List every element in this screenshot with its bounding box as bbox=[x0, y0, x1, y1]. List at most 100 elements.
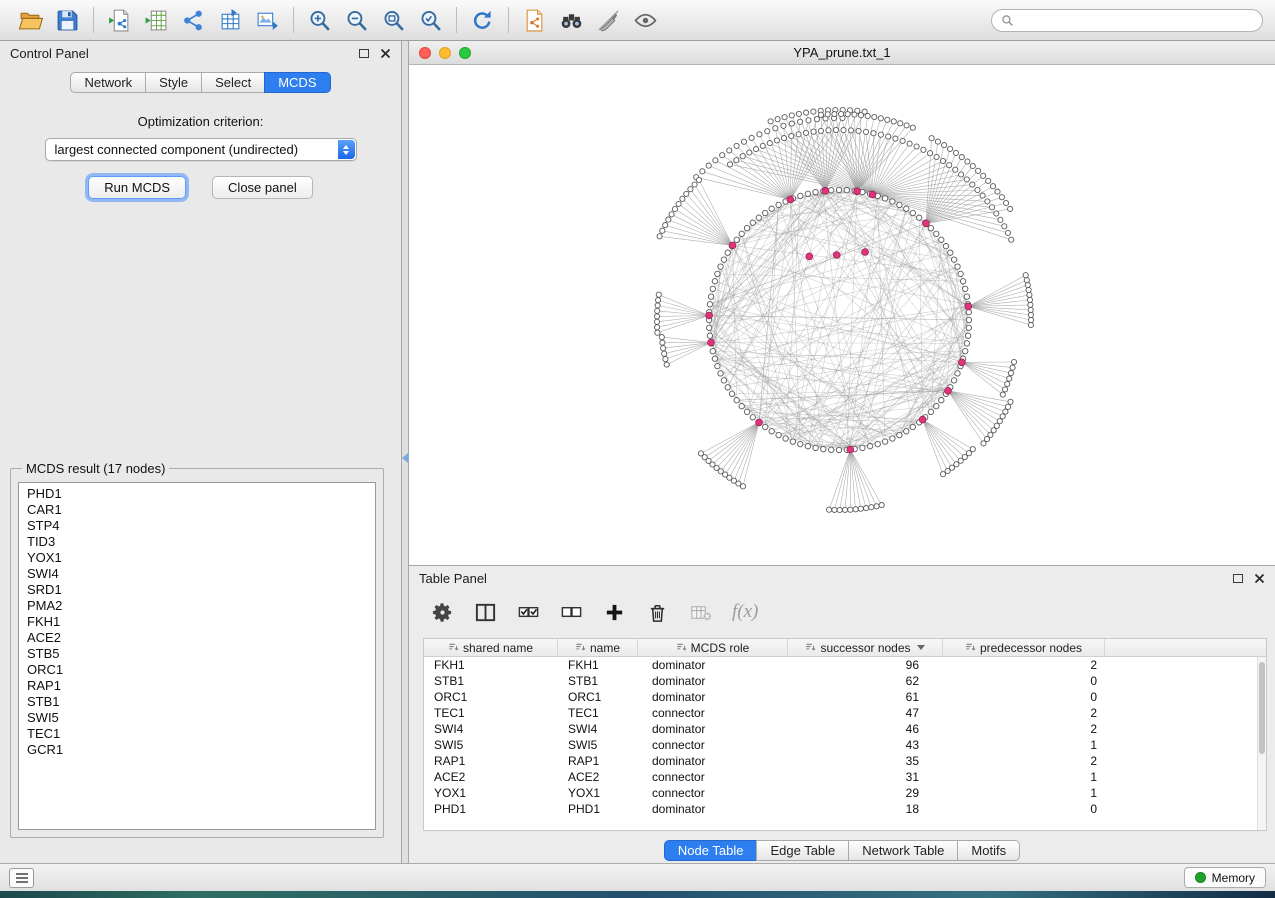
graph-node[interactable] bbox=[669, 212, 674, 217]
graph-node[interactable] bbox=[844, 188, 849, 193]
graph-node[interactable] bbox=[789, 121, 794, 126]
graph-node[interactable] bbox=[898, 121, 903, 126]
graph-node[interactable] bbox=[715, 271, 720, 276]
minimize-window-icon[interactable] bbox=[439, 47, 451, 59]
graph-node[interactable] bbox=[744, 409, 749, 414]
select-all-button[interactable] bbox=[517, 601, 540, 624]
graph-edge[interactable] bbox=[873, 170, 956, 195]
graph-edge[interactable] bbox=[715, 306, 968, 358]
graph-node[interactable] bbox=[948, 250, 953, 255]
graph-node[interactable] bbox=[934, 154, 939, 159]
table-row[interactable]: YOX1YOX1connector291 bbox=[424, 785, 1257, 801]
graph-node[interactable] bbox=[966, 317, 971, 322]
table-row[interactable]: PHD1PHD1dominator180 bbox=[424, 801, 1257, 817]
graph-node[interactable] bbox=[858, 113, 863, 118]
column-header-MCDS-role[interactable]: MCDS role bbox=[638, 639, 788, 656]
graph-edge[interactable] bbox=[713, 351, 962, 362]
graph-node[interactable] bbox=[964, 294, 969, 299]
graph-node[interactable] bbox=[769, 429, 774, 434]
column-header-predecessor-nodes[interactable]: predecessor nodes bbox=[943, 639, 1105, 656]
graph-node[interactable] bbox=[893, 136, 898, 141]
graph-node[interactable] bbox=[875, 441, 880, 446]
show-graphics-button[interactable] bbox=[627, 4, 664, 36]
dominator-node[interactable] bbox=[708, 339, 715, 346]
graph-node[interactable] bbox=[872, 114, 877, 119]
mcds-result-item[interactable]: STP4 bbox=[27, 518, 375, 534]
graph-node[interactable] bbox=[1005, 404, 1010, 409]
graph-node[interactable] bbox=[708, 294, 713, 299]
graph-node[interactable] bbox=[813, 189, 818, 194]
graph-node[interactable] bbox=[790, 439, 795, 444]
column-header-successor-nodes[interactable]: successor nodes bbox=[788, 639, 943, 656]
graph-edge[interactable] bbox=[662, 337, 711, 343]
graph-node[interactable] bbox=[664, 362, 669, 367]
graph-edge[interactable] bbox=[968, 306, 1031, 315]
graph-node[interactable] bbox=[706, 163, 711, 168]
table-row[interactable]: SWI4SWI4dominator462 bbox=[424, 721, 1257, 737]
graph-edge[interactable] bbox=[840, 450, 851, 511]
graph-node[interactable] bbox=[655, 330, 660, 335]
graph-node[interactable] bbox=[942, 143, 947, 148]
mcds-result-item[interactable]: STB5 bbox=[27, 646, 375, 662]
graph-edge[interactable] bbox=[968, 290, 1028, 306]
graph-node[interactable] bbox=[959, 172, 964, 177]
float-panel-icon[interactable] bbox=[1233, 574, 1243, 583]
graph-edge[interactable] bbox=[873, 194, 961, 366]
dominator-node[interactable] bbox=[847, 446, 854, 453]
graph-node[interactable] bbox=[874, 504, 879, 509]
graph-edge[interactable] bbox=[664, 343, 711, 354]
mcds-result-list[interactable]: PHD1CAR1STP4TID3YOX1SWI4SRD1PMA2FKH1ACE2… bbox=[18, 482, 376, 830]
delete-row-button[interactable] bbox=[646, 601, 669, 624]
graph-node[interactable] bbox=[1007, 376, 1012, 381]
graph-node[interactable] bbox=[1024, 278, 1029, 283]
graph-node[interactable] bbox=[727, 162, 732, 167]
graph-edge[interactable] bbox=[962, 362, 1007, 384]
graph-node[interactable] bbox=[934, 404, 939, 409]
mcds-result-item[interactable]: FKH1 bbox=[27, 614, 375, 630]
graph-node[interactable] bbox=[829, 188, 834, 193]
close-panel-icon[interactable] bbox=[380, 48, 391, 59]
graph-node[interactable] bbox=[900, 138, 905, 143]
graph-node[interactable] bbox=[806, 118, 811, 123]
graph-node[interactable] bbox=[959, 155, 964, 160]
table-row[interactable]: ORC1ORC1dominator610 bbox=[424, 689, 1257, 705]
graph-node[interactable] bbox=[821, 446, 826, 451]
graph-node[interactable] bbox=[718, 264, 723, 269]
graph-node[interactable] bbox=[958, 271, 963, 276]
graph-node[interactable] bbox=[904, 429, 909, 434]
dominator-node[interactable] bbox=[945, 387, 952, 394]
dominator-node[interactable] bbox=[923, 220, 930, 227]
graph-node[interactable] bbox=[763, 424, 768, 429]
graph-node[interactable] bbox=[781, 136, 786, 141]
search-input[interactable] bbox=[1019, 13, 1253, 27]
graph-node[interactable] bbox=[863, 129, 868, 134]
graph-node[interactable] bbox=[734, 143, 739, 148]
graph-node[interactable] bbox=[765, 129, 770, 134]
new-table-button[interactable] bbox=[212, 4, 249, 36]
graph-node[interactable] bbox=[837, 507, 842, 512]
mcds-result-item[interactable]: SWI4 bbox=[27, 566, 375, 582]
graph-edge[interactable] bbox=[850, 450, 871, 508]
graph-node[interactable] bbox=[734, 398, 739, 403]
graph-node[interactable] bbox=[707, 325, 712, 330]
new-network-button[interactable] bbox=[175, 4, 212, 36]
graph-node[interactable] bbox=[848, 507, 853, 512]
dominator-node[interactable] bbox=[959, 359, 966, 366]
graph-node[interactable] bbox=[654, 314, 659, 319]
graph-node[interactable] bbox=[657, 234, 662, 239]
graph-node[interactable] bbox=[856, 128, 861, 133]
graph-node[interactable] bbox=[836, 187, 841, 192]
dominator-node[interactable] bbox=[729, 242, 736, 249]
add-row-button[interactable] bbox=[603, 601, 626, 624]
graph-edge[interactable] bbox=[962, 362, 1011, 373]
graph-edge[interactable] bbox=[923, 420, 943, 475]
graph-node[interactable] bbox=[1011, 359, 1016, 364]
mcds-result-item[interactable]: ACE2 bbox=[27, 630, 375, 646]
graph-node[interactable] bbox=[768, 119, 773, 124]
graph-edge[interactable] bbox=[829, 450, 850, 510]
graph-edge[interactable] bbox=[962, 362, 1003, 394]
graph-node[interactable] bbox=[995, 189, 1000, 194]
graph-node[interactable] bbox=[917, 215, 922, 220]
graph-node[interactable] bbox=[715, 363, 720, 368]
graph-node[interactable] bbox=[725, 250, 730, 255]
